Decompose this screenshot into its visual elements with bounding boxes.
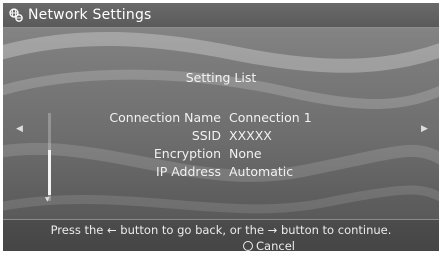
setting-label: IP Address [156, 164, 221, 179]
setting-row-ip-address: IP Address Automatic [3, 164, 439, 182]
cancel-label: Cancel [256, 238, 295, 252]
network-settings-screen: Network Settings Setting List ◀ ▶ ▼ Conn… [3, 3, 439, 251]
setting-label: SSID [191, 128, 221, 143]
cancel-button[interactable]: Cancel [243, 239, 295, 251]
setting-value: XXXXX [229, 128, 272, 143]
scroll-down-arrow-icon: ▼ [45, 196, 50, 203]
setting-list-title: Setting List [185, 70, 257, 85]
setting-label: Connection Name [109, 110, 221, 125]
setting-label: Encryption [153, 146, 221, 161]
navigation-instruction: Press the ← button to go back, or the → … [50, 223, 392, 237]
setting-row-connection-name: Connection Name Connection 1 [3, 110, 439, 128]
setting-value: Connection 1 [229, 110, 312, 125]
setting-row-ssid: SSID XXXXX [3, 128, 439, 146]
footer-bar: Press the ← button to go back, or the → … [3, 219, 439, 251]
network-globe-icon [9, 8, 23, 22]
circle-button-icon [243, 240, 253, 251]
page-title: Network Settings [28, 7, 152, 23]
setting-value: None [229, 146, 262, 161]
setting-value: Automatic [229, 164, 294, 179]
setting-row-encryption: Encryption None [3, 146, 439, 164]
title-bar: Network Settings [3, 3, 439, 28]
settings-list: Connection Name Connection 1 SSID XXXXX … [3, 110, 439, 182]
